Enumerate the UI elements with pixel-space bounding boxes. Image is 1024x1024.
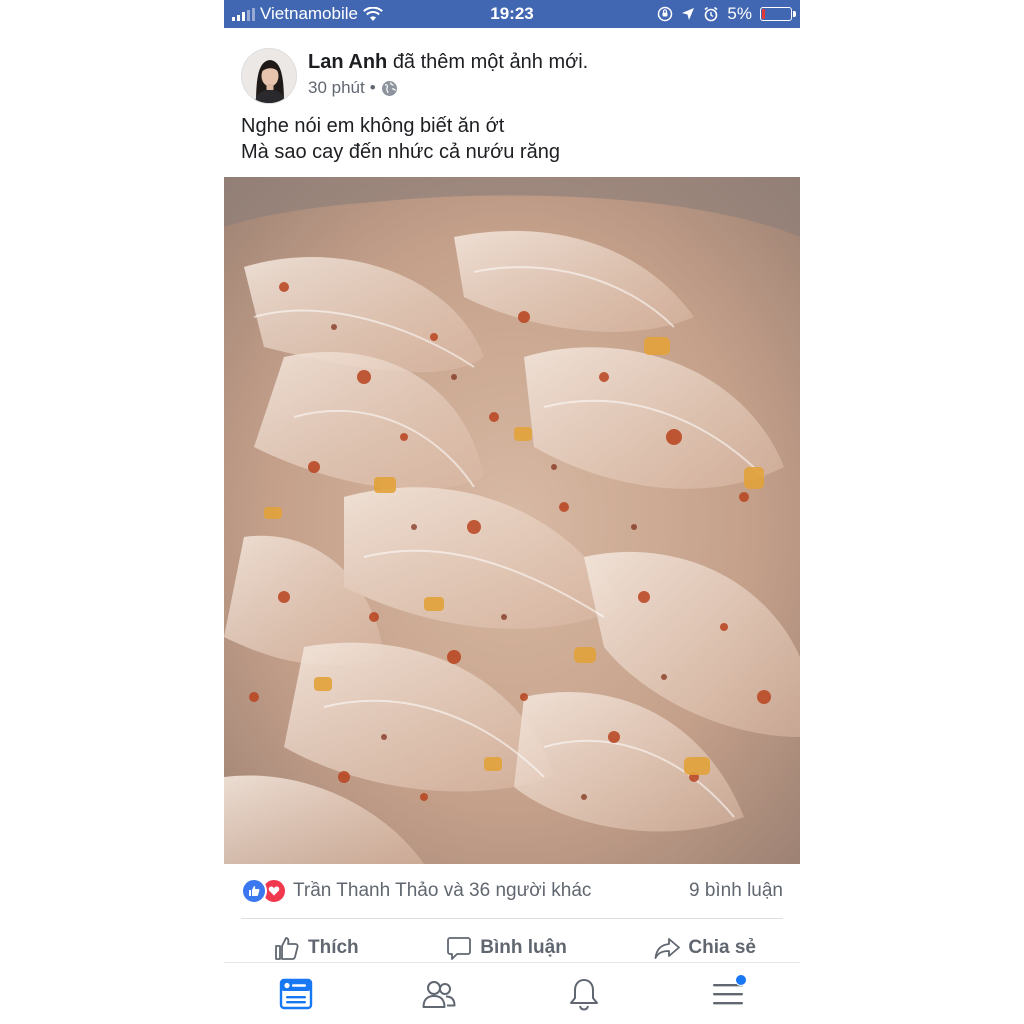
bottom-tab-bar: [224, 962, 800, 1024]
location-arrow-icon: [682, 8, 695, 20]
facebook-app-screen: Vietnamobile 19:23 5% Lan Anh đã thêm mộ…: [224, 0, 800, 1024]
menu-notification-dot: [735, 974, 747, 986]
author-name[interactable]: Lan Anh: [308, 51, 387, 73]
globe-icon[interactable]: [381, 80, 398, 97]
post-meta: 30 phút •: [308, 78, 398, 98]
post-action-text: đã thêm một ảnh mới.: [392, 51, 589, 73]
notifications-icon: [570, 979, 598, 1011]
author-avatar[interactable]: [241, 48, 297, 104]
notifications-tab[interactable]: [567, 977, 601, 1011]
news-feed-tab[interactable]: [279, 977, 313, 1011]
meta-separator: •: [369, 78, 376, 97]
news-feed-icon: [279, 978, 313, 1010]
friends-icon: [422, 981, 456, 1008]
post-time[interactable]: 30 phút: [308, 78, 365, 98]
orientation-lock-icon: [658, 6, 673, 22]
post-caption-line: Nghe nói em không biết ăn ớt: [241, 115, 505, 137]
battery-percent: 5%: [727, 4, 752, 23]
share-label: Chia sẻ: [688, 937, 756, 958]
friends-tab[interactable]: [422, 977, 456, 1011]
reactors-text: Trần Thanh Thảo và 36 người khác: [293, 880, 592, 901]
reactions-summary[interactable]: Trần Thanh Thảo và 36 người khác: [241, 878, 591, 904]
post-author-line: Lan Anh đã thêm một ảnh mới.: [308, 51, 588, 74]
alarm-icon: [704, 6, 718, 22]
divider: [241, 918, 783, 919]
post-caption: Nghe nói em không biết ăn ớt Mà sao cay …: [241, 113, 560, 165]
comment-icon: [447, 937, 472, 960]
post-caption-line: Mà sao cay đến nhức cả nướu răng: [241, 141, 560, 163]
share-icon: [654, 938, 681, 959]
status-bar: Vietnamobile 19:23 5%: [224, 0, 800, 28]
battery-icon: [760, 7, 796, 21]
post-photo[interactable]: [224, 177, 800, 864]
like-reaction-icon: [241, 878, 267, 904]
comments-count[interactable]: 9 bình luận: [689, 880, 783, 902]
menu-tab[interactable]: [711, 974, 747, 1011]
comment-label: Bình luận: [480, 937, 567, 958]
thumbs-up-icon: [275, 937, 299, 960]
like-label: Thích: [308, 937, 359, 958]
